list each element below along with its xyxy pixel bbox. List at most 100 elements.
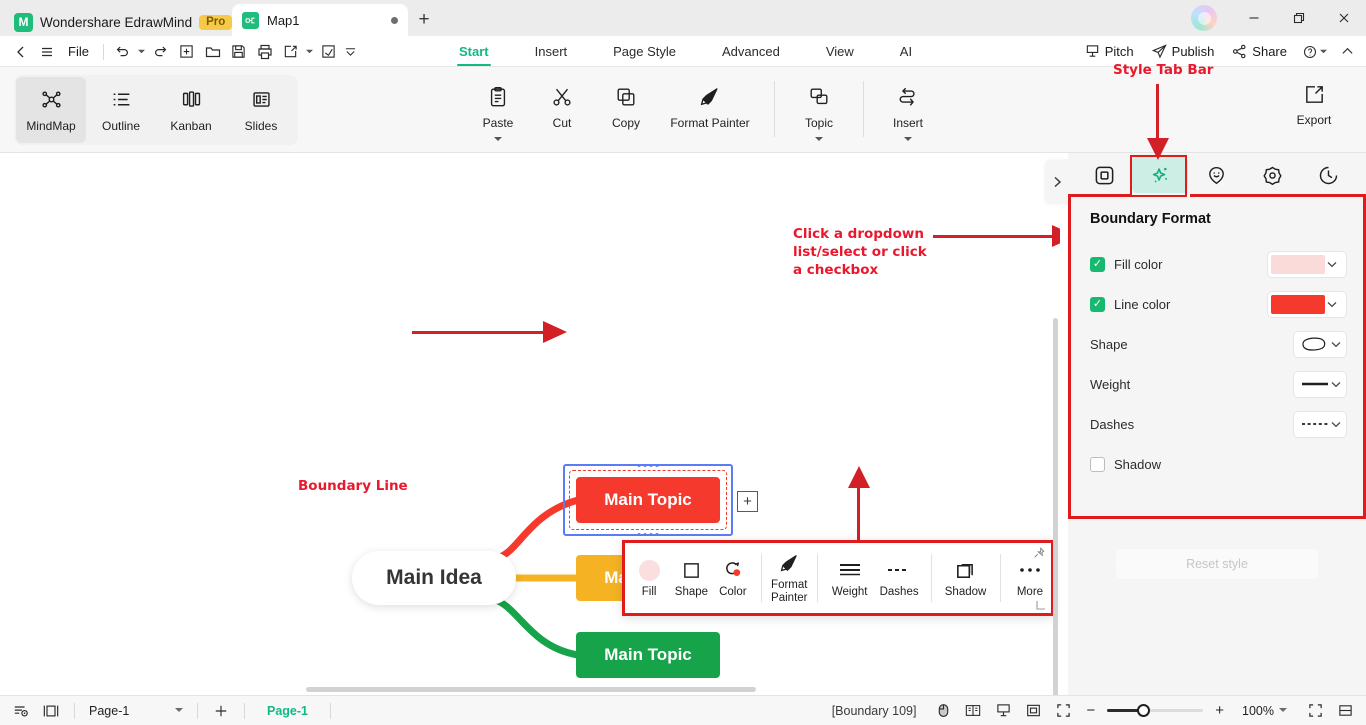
fullscreen-view-icon[interactable] [1048,696,1078,725]
view-mode-kanban[interactable]: Kanban [156,77,226,143]
zoom-slider[interactable] [1107,704,1204,717]
maximize-button[interactable] [1276,0,1321,36]
resize-handle-icon[interactable] [1036,600,1046,610]
shape-dropdown[interactable] [1294,331,1346,357]
mini-format-painter-button[interactable]: Format Painter [770,544,808,612]
weight-dropdown[interactable] [1294,371,1346,397]
export-button[interactable]: Export [1278,83,1350,127]
fit-view-icon[interactable] [1018,696,1048,725]
sidebar-toggle-icon[interactable] [36,696,66,725]
back-icon[interactable] [8,39,34,65]
undo-icon[interactable] [110,39,136,65]
style-tab-progress[interactable] [1300,157,1356,193]
book-view-icon[interactable] [958,696,988,725]
print-icon[interactable] [252,39,278,65]
expand-icon[interactable] [1300,696,1330,725]
copy-button[interactable]: Copy [594,75,658,130]
open-icon[interactable] [200,39,226,65]
style-tab-sticker[interactable] [1244,157,1300,193]
zoom-slider-track[interactable] [1107,704,1204,717]
mini-shadow-button[interactable]: Shadow [941,544,991,612]
view-mode-outline[interactable]: Outline [86,77,156,143]
chevron-down-icon[interactable] [1327,301,1337,308]
add-subtopic-button[interactable]: + [737,491,758,512]
undo-dropdown-icon[interactable] [136,39,148,65]
style-tab-emoji[interactable] [1188,157,1244,193]
canvas-vertical-scrollbar[interactable] [1053,318,1058,695]
page-tab-page-1[interactable]: Page-1 [253,704,322,718]
boundary-handle-top[interactable] [637,464,659,467]
reset-style-button[interactable]: Reset style [1116,549,1318,579]
avatar[interactable] [1191,5,1217,31]
chevron-down-icon[interactable] [1331,341,1341,348]
paste-button[interactable]: Paste [466,75,530,143]
outline-view-icon[interactable] [6,696,36,725]
mini-dashes-button[interactable]: Dashes [876,544,922,612]
minimize-button[interactable] [1231,0,1276,36]
add-page-button[interactable] [206,696,236,725]
file-menu[interactable]: File [60,44,97,59]
split-icon[interactable] [1330,696,1360,725]
mouse-mode-icon[interactable] [928,696,958,725]
chevron-down-icon[interactable] [1331,421,1341,428]
pitch-view-icon[interactable] [988,696,1018,725]
more-chevron-icon[interactable] [342,39,360,65]
shadow-checkbox[interactable] [1090,456,1105,472]
export-share-icon[interactable] [278,39,304,65]
save-icon[interactable] [226,39,252,65]
pin-icon[interactable] [1033,547,1045,559]
zoom-dropdown-icon[interactable] [1274,696,1292,725]
line-color-checkbox[interactable]: ✓ [1090,296,1105,312]
topic-dropdown-icon[interactable] [815,137,823,143]
tab-advanced[interactable]: Advanced [699,36,803,67]
export-dropdown-icon[interactable] [304,39,316,65]
tab-page-style[interactable]: Page Style [590,36,699,67]
view-mode-mindmap[interactable]: MindMap [16,77,86,143]
view-mode-slides[interactable]: Slides [226,77,296,143]
chevron-down-icon[interactable] [1331,381,1341,388]
fill-color-picker[interactable] [1268,251,1346,277]
insert-button[interactable]: Insert [876,75,940,143]
document-tab-map1[interactable]: Map1 [232,4,408,36]
style-tab-shape[interactable] [1076,157,1132,193]
tab-view[interactable]: View [803,36,877,67]
style-tab-sparkle[interactable] [1132,157,1188,193]
mindmap-canvas[interactable]: Main Idea Main Topic Main Topic Main Top… [0,153,1060,695]
node-main-topic-green[interactable]: Main Topic [576,632,720,678]
mini-weight-button[interactable]: Weight [827,544,873,612]
mini-tool-bar[interactable]: Fill Shape Color Format Painter Weight D… [622,540,1054,616]
chevron-down-icon[interactable] [1327,261,1337,268]
tab-ai[interactable]: AI [877,36,935,67]
insert-dropdown-icon[interactable] [904,137,912,143]
new-tab-button[interactable]: + [410,6,438,34]
checkmark-box-icon[interactable] [316,39,342,65]
dashes-dropdown[interactable] [1294,411,1346,437]
redo-icon[interactable] [148,39,174,65]
new-topic-icon[interactable] [174,39,200,65]
zoom-out-button[interactable]: − [1078,702,1103,719]
tab-insert[interactable]: Insert [512,36,591,67]
topic-button[interactable]: Topic [787,75,851,143]
line-color-picker[interactable] [1268,291,1346,317]
mini-color-button[interactable]: Color [714,544,752,612]
share-button[interactable]: Share [1224,36,1295,67]
zoom-slider-knob[interactable] [1137,704,1151,717]
help-button[interactable] [1297,36,1333,67]
format-painter-button[interactable]: Format Painter [658,75,762,130]
close-button[interactable] [1321,0,1366,36]
canvas-horizontal-scrollbar[interactable] [306,687,756,692]
paste-dropdown-icon[interactable] [494,137,502,143]
boundary-selection[interactable] [563,464,733,536]
boundary-handle-bottom[interactable] [637,533,659,536]
fill-color-checkbox[interactable]: ✓ [1090,256,1105,272]
mini-shape-button[interactable]: Shape [672,544,710,612]
node-main-idea[interactable]: Main Idea [352,551,516,605]
cut-button[interactable]: Cut [530,75,594,130]
collapse-ribbon-button[interactable] [1335,36,1360,67]
tab-start[interactable]: Start [436,36,512,67]
hamburger-icon[interactable] [34,39,60,65]
page-select[interactable]: Page-1 [83,700,189,722]
mini-fill-button[interactable]: Fill [630,544,668,612]
panel-collapse-button[interactable] [1046,160,1068,204]
zoom-in-button[interactable]: + [1207,702,1232,719]
